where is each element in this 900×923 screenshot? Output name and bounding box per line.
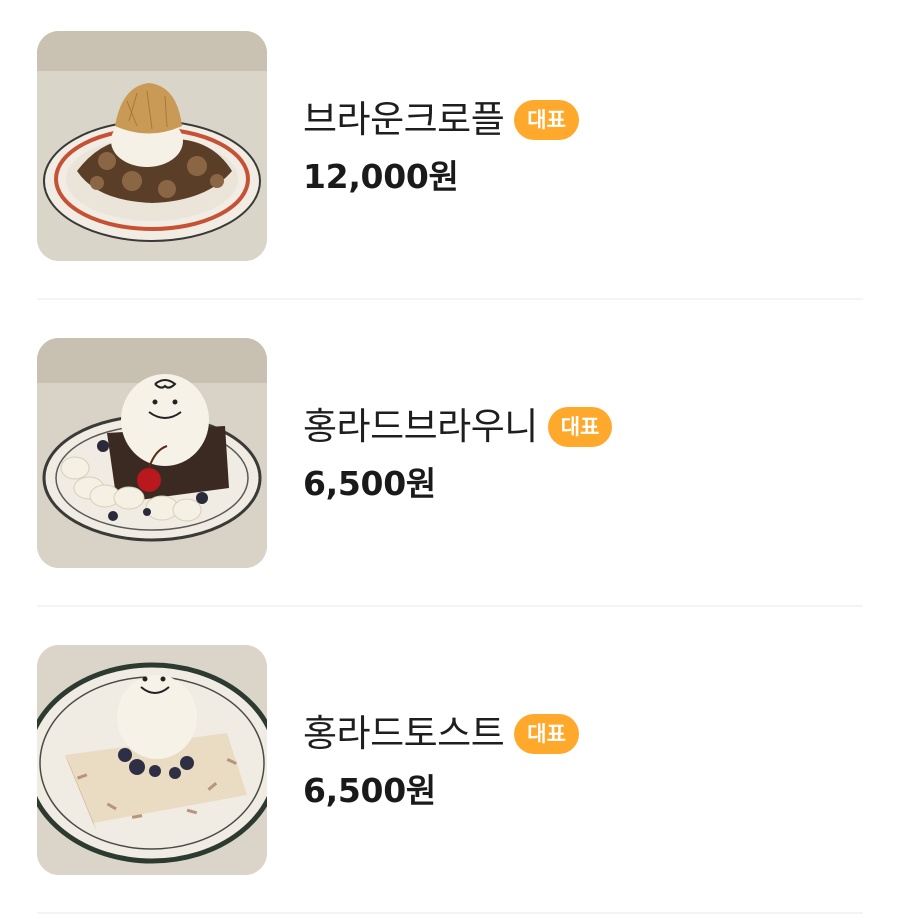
menu-item-hongrad-toast[interactable]: 홍라드토스트 대표 6,500원 (37, 645, 863, 875)
menu-item-info: 홍라드브라우니 대표 6,500원 (303, 338, 843, 568)
signature-badge: 대표 (547, 407, 613, 447)
menu-item-price: 6,500원 (303, 771, 436, 810)
signature-badge: 대표 (514, 100, 579, 140)
divider (37, 605, 863, 607)
menu-item-photo (37, 31, 267, 261)
menu-item-name: 브라운크로플 (303, 98, 505, 141)
menu-item-hongrad-brownie[interactable]: 홍라드브라우니 대표 6,500원 (37, 338, 863, 568)
toast-photo (37, 645, 267, 875)
menu-item-name-row: 브라운크로플 대표 (303, 96, 579, 144)
menu-item-price: 12,000원 (303, 157, 459, 196)
menu-item-brown-croffle[interactable]: 브라운크로플 대표 12,000원 (37, 31, 863, 261)
divider (37, 298, 863, 300)
croffle-photo (37, 31, 267, 261)
menu-item-name: 홍라드토스트 (303, 712, 505, 755)
menu-item-info: 홍라드토스트 대표 6,500원 (303, 645, 843, 875)
divider (37, 912, 863, 914)
menu-item-name-row: 홍라드토스트 대표 (303, 710, 579, 758)
menu-item-info: 브라운크로플 대표 12,000원 (303, 31, 843, 261)
menu-list: 브라운크로플 대표 12,000원 홍라드브라우니 대표 6,500원 홍라드토… (0, 0, 900, 923)
brownie-photo (37, 338, 267, 568)
menu-item-photo (37, 338, 267, 568)
menu-item-name-row: 홍라드브라우니 대표 (303, 403, 613, 451)
menu-item-name: 홍라드브라우니 (303, 405, 538, 448)
signature-badge: 대표 (514, 714, 579, 754)
menu-item-price: 6,500원 (303, 464, 436, 503)
menu-item-photo (37, 645, 267, 875)
